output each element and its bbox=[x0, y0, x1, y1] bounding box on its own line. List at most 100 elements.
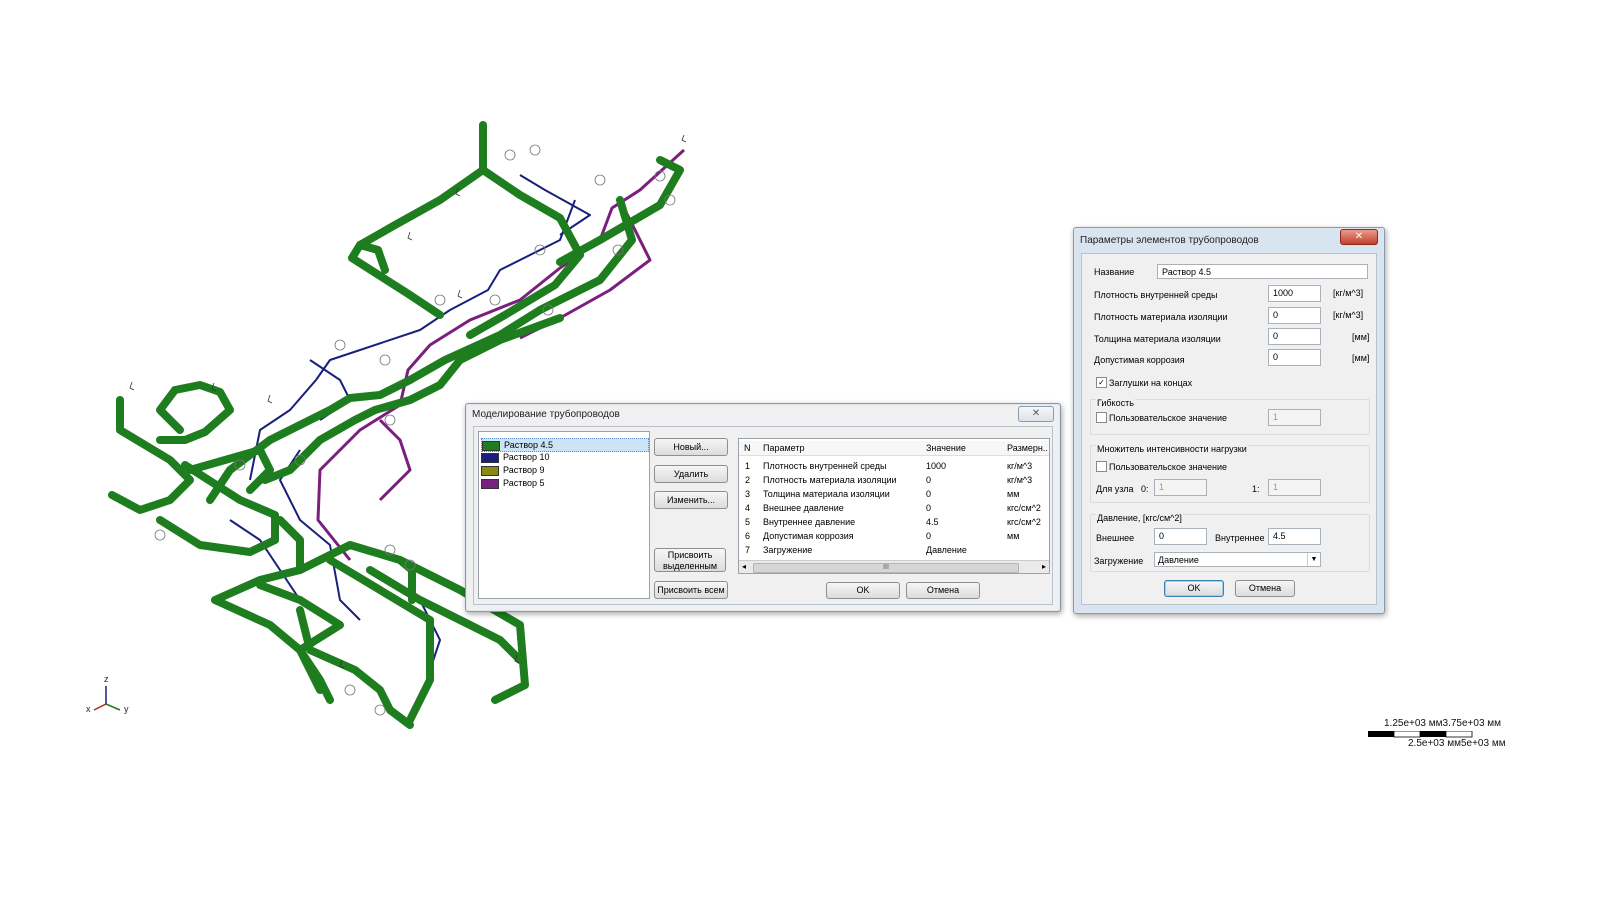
dialog-body: Название Раствор 4.5 Плотность внутренне… bbox=[1081, 253, 1377, 605]
materials-list[interactable]: Раствор 4.5 Раствор 10 Раствор 9 Раствор… bbox=[478, 431, 650, 599]
pipeline-modeling-dialog: Моделирование трубопроводов ✕ Раствор 4.… bbox=[465, 403, 1061, 612]
unit-label: [мм] bbox=[1352, 353, 1370, 363]
load-factor-user-label: Пользовательское значение bbox=[1109, 462, 1228, 472]
insulation-density-field[interactable]: 0 bbox=[1268, 307, 1321, 324]
table-row[interactable]: 5 Внутреннее давление 4.5 кгс/см^2 bbox=[739, 515, 1049, 529]
external-pressure-field[interactable]: 0 bbox=[1154, 528, 1207, 545]
pressure-title: Давление, [кгс/см^2] bbox=[1096, 513, 1183, 523]
insulation-thickness-field[interactable]: 0 bbox=[1268, 328, 1321, 345]
ok-button[interactable]: OK bbox=[1164, 580, 1224, 597]
inner-density-field[interactable]: 1000 bbox=[1268, 285, 1321, 302]
table-row[interactable]: 7 Загружение Давление bbox=[739, 543, 1049, 557]
ok-button[interactable]: OK bbox=[826, 582, 900, 599]
table-row[interactable]: 6 Допустимая коррозия 0 мм bbox=[739, 529, 1049, 543]
cell-value: Давление bbox=[926, 545, 967, 555]
scale-bar: 1.25e+03 мм3.75e+03 мм 2.5e+03 мм5e+03 м… bbox=[1368, 718, 1518, 758]
node1-field[interactable]: 1 bbox=[1268, 479, 1321, 496]
cell-unit: кгс/см^2 bbox=[1007, 517, 1041, 527]
cell-value: 0 bbox=[926, 531, 932, 541]
name-label: Название bbox=[1094, 267, 1135, 277]
cancel-button[interactable]: Отмена bbox=[906, 582, 980, 599]
scroll-left-icon[interactable]: ◂ bbox=[742, 561, 746, 573]
flexibility-value-field[interactable]: 1 bbox=[1268, 409, 1321, 426]
cell-n: 7 bbox=[745, 545, 751, 555]
swatch-icon bbox=[481, 452, 499, 463]
edit-button[interactable]: Изменить... bbox=[654, 491, 728, 509]
axis-z-label: z bbox=[104, 674, 109, 684]
table-row[interactable]: 2 Плотность материала изоляции 0 кг/м^3 bbox=[739, 473, 1049, 487]
col-header-unit: Размерн.. bbox=[1007, 443, 1047, 453]
cell-unit: кгс/см^2 bbox=[1007, 503, 1041, 513]
end-caps-label: Заглушки на концах bbox=[1109, 378, 1193, 388]
cell-n: 6 bbox=[745, 531, 751, 541]
load-factor-title: Множитель интенсивности нагрузки bbox=[1096, 444, 1248, 454]
list-item[interactable]: Раствор 4.5 bbox=[481, 438, 649, 452]
table-header: N Параметр Значение Размерн.. bbox=[739, 441, 1049, 456]
node0-label: 0: bbox=[1141, 484, 1149, 494]
external-pressure-label: Внешнее bbox=[1096, 533, 1135, 543]
assign-selected-button[interactable]: Присвоить выделенным bbox=[654, 548, 726, 572]
table-row[interactable]: 1 Плотность внутренней среды 1000 кг/м^3 bbox=[739, 459, 1049, 473]
list-item[interactable]: Раствор 5 bbox=[481, 477, 647, 489]
name-field[interactable]: Раствор 4.5 bbox=[1157, 264, 1368, 279]
list-item[interactable]: Раствор 10 bbox=[481, 451, 647, 463]
dialog-title: Параметры элементов трубопроводов bbox=[1080, 235, 1259, 246]
col-header-value: Значение bbox=[926, 443, 966, 453]
cell-unit: мм bbox=[1007, 489, 1020, 499]
table-row[interactable]: 4 Внешнее давление 0 кгс/см^2 bbox=[739, 501, 1049, 515]
cell-value: 4.5 bbox=[926, 517, 939, 527]
internal-pressure-field[interactable]: 4.5 bbox=[1268, 528, 1321, 545]
cell-n: 1 bbox=[745, 461, 751, 471]
axes-indicator: z y x bbox=[84, 674, 144, 724]
field-label: Толщина материала изоляции bbox=[1094, 334, 1221, 344]
flexibility-title: Гибкость bbox=[1096, 398, 1135, 408]
cell-n: 5 bbox=[745, 517, 751, 527]
axes-icon bbox=[93, 686, 121, 711]
cancel-button[interactable]: Отмена bbox=[1235, 580, 1295, 597]
cell-parameter: Плотность материала изоляции bbox=[763, 475, 897, 485]
cell-unit: кг/м^3 bbox=[1007, 475, 1033, 485]
flexibility-user-checkbox[interactable] bbox=[1096, 412, 1107, 423]
node0-field[interactable]: 1 bbox=[1154, 479, 1207, 496]
cell-n: 4 bbox=[745, 503, 751, 513]
loading-select[interactable]: Давление ▼ bbox=[1154, 552, 1321, 567]
chevron-down-icon[interactable]: ▼ bbox=[1307, 553, 1320, 566]
cell-unit: кг/м^3 bbox=[1007, 461, 1033, 471]
load-factor-user-checkbox[interactable] bbox=[1096, 461, 1107, 472]
dialog-title: Моделирование трубопроводов bbox=[472, 409, 620, 420]
new-button[interactable]: Новый... bbox=[654, 438, 728, 456]
flexibility-user-label: Пользовательское значение bbox=[1109, 413, 1228, 423]
material-label: Раствор 9 bbox=[503, 465, 545, 475]
dialog-body: Раствор 4.5 Раствор 10 Раствор 9 Раствор… bbox=[473, 426, 1053, 605]
swatch-icon bbox=[481, 478, 499, 489]
swatch-icon bbox=[482, 440, 500, 451]
field-label: Плотность внутренней среды bbox=[1094, 290, 1218, 300]
delete-button[interactable]: Удалить bbox=[654, 465, 728, 483]
close-icon[interactable]: ✕ bbox=[1018, 406, 1054, 422]
parameters-table[interactable]: N Параметр Значение Размерн.. 1 Плотност… bbox=[738, 438, 1050, 574]
node1-label: 1: bbox=[1252, 484, 1260, 494]
cell-value: 0 bbox=[926, 475, 932, 485]
assign-all-button[interactable]: Присвоить всем bbox=[654, 581, 728, 599]
table-row[interactable]: 3 Толщина материала изоляции 0 мм bbox=[739, 487, 1049, 501]
horizontal-scrollbar[interactable]: ◂ III ▸ bbox=[739, 560, 1049, 573]
corrosion-field[interactable]: 0 bbox=[1268, 349, 1321, 366]
col-header-n: N bbox=[744, 443, 751, 453]
material-label: Раствор 5 bbox=[503, 478, 545, 488]
scroll-thumb[interactable]: III bbox=[753, 563, 1019, 573]
unit-label: [кг/м^3] bbox=[1333, 310, 1364, 320]
cell-value: 1000 bbox=[926, 461, 947, 471]
material-label: Раствор 10 bbox=[503, 452, 550, 462]
loading-select-value: Давление bbox=[1158, 555, 1199, 565]
scroll-right-icon[interactable]: ▸ bbox=[1042, 561, 1046, 573]
cell-parameter: Внешнее давление bbox=[763, 503, 844, 513]
end-caps-checkbox[interactable]: ✓ bbox=[1096, 377, 1107, 388]
material-label: Раствор 4.5 bbox=[504, 440, 554, 450]
cell-parameter: Толщина материала изоляции bbox=[763, 489, 890, 499]
axis-y-label: y bbox=[124, 704, 129, 714]
internal-pressure-label: Внутреннее bbox=[1215, 533, 1265, 543]
close-icon[interactable]: ✕ bbox=[1340, 229, 1378, 245]
list-item[interactable]: Раствор 9 bbox=[481, 464, 647, 476]
unit-label: [мм] bbox=[1352, 332, 1370, 342]
node-label: Для узла bbox=[1096, 484, 1134, 494]
